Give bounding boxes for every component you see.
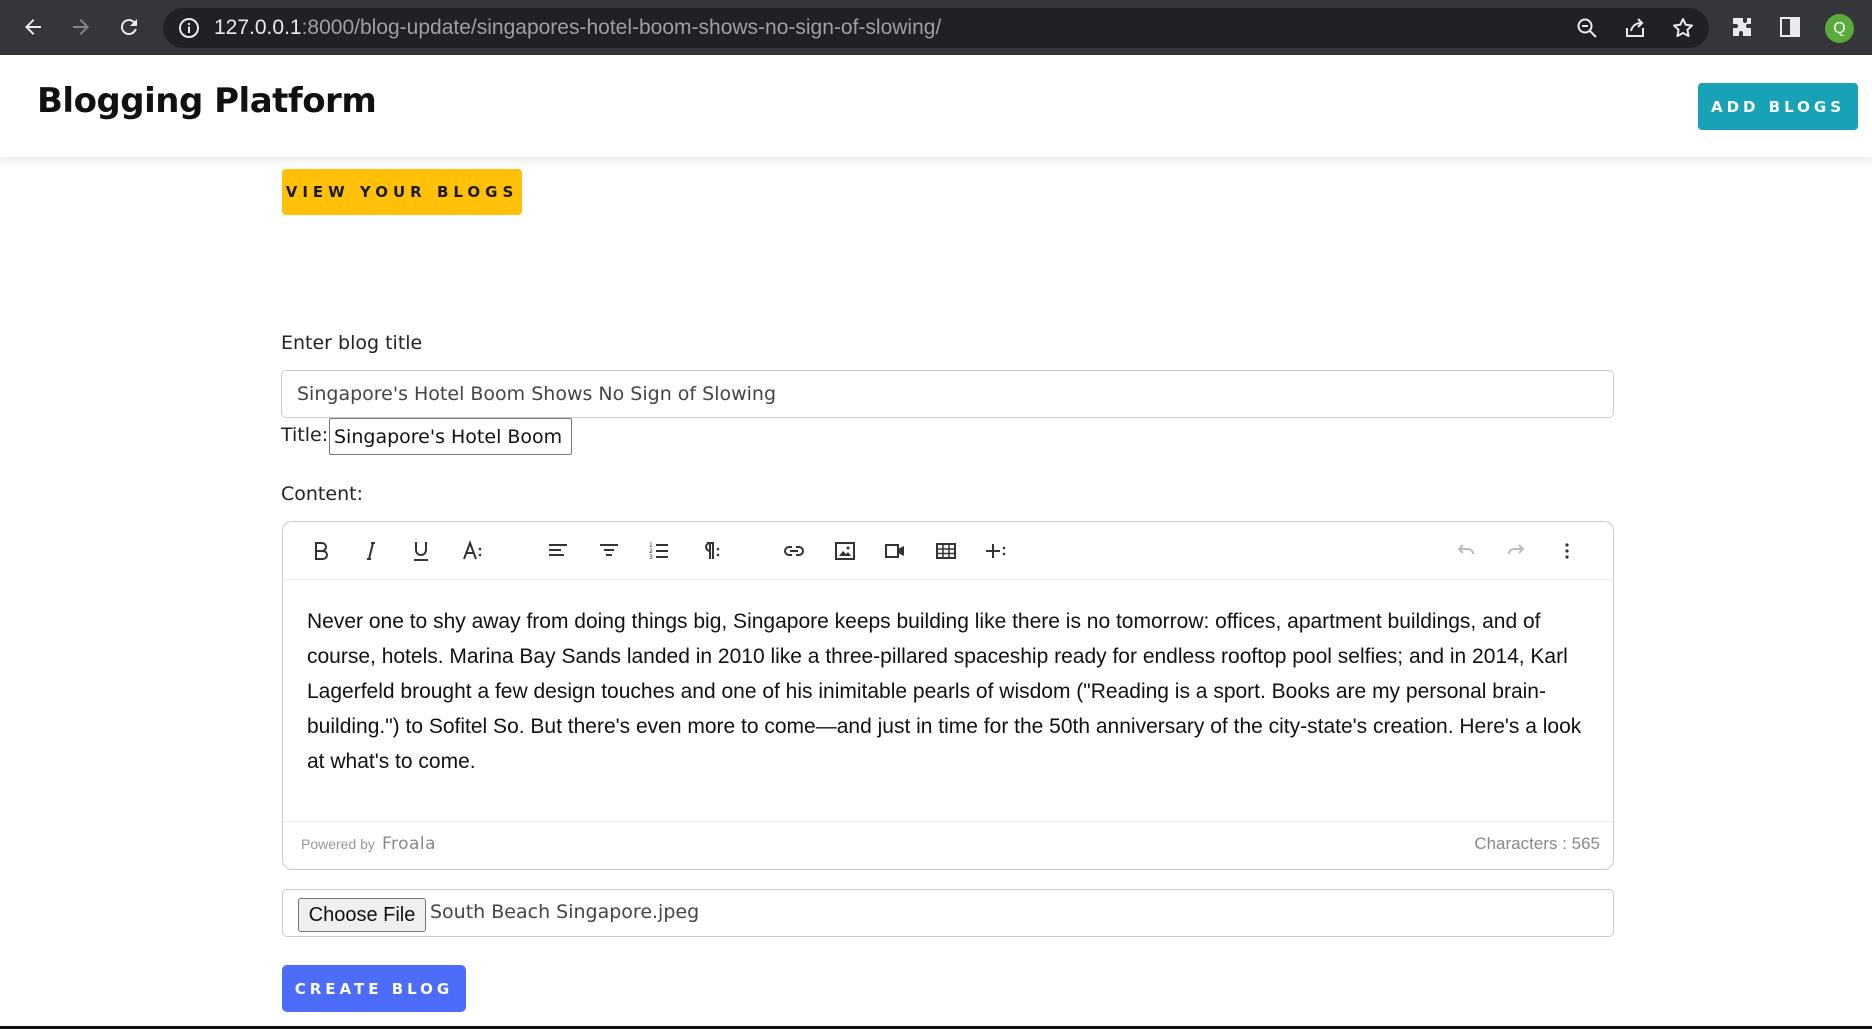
back-arrow-icon[interactable]	[14, 8, 52, 46]
align-center-icon[interactable]	[592, 534, 626, 568]
ordered-list-icon[interactable]: 123	[642, 534, 676, 568]
bold-icon[interactable]	[304, 534, 338, 568]
choose-file-button[interactable]: Choose File	[298, 898, 426, 932]
italic-icon[interactable]	[354, 534, 388, 568]
file-upload-field[interactable]: Choose File South Beach Singapore.jpeg	[282, 889, 1614, 937]
bookmark-star-icon[interactable]	[1671, 16, 1695, 40]
forward-arrow-icon[interactable]	[62, 8, 100, 46]
short-title-input[interactable]: Singapore's Hotel Boom	[329, 418, 572, 455]
font-size-icon[interactable]	[456, 534, 490, 568]
undo-icon[interactable]	[1449, 534, 1483, 568]
selected-file-name: South Beach Singapore.jpeg	[430, 901, 700, 923]
short-title-value: Singapore's Hotel Boom	[334, 425, 563, 448]
align-left-icon[interactable]	[541, 534, 575, 568]
video-icon[interactable]	[878, 534, 912, 568]
link-icon[interactable]	[777, 534, 811, 568]
zoom-icon[interactable]	[1575, 16, 1599, 40]
froala-logo: Froala	[381, 834, 437, 854]
editor-footer: Powered by Froala Characters : 565	[283, 821, 1613, 869]
url-host: 127.0.0.1	[214, 16, 302, 39]
address-bar[interactable]: 127.0.0.1:8000/blog-update/singapores-ho…	[163, 8, 1709, 48]
site-brand[interactable]: Blogging Platform	[37, 81, 377, 121]
content-label: Content:	[281, 483, 363, 505]
profile-avatar[interactable]: Q	[1825, 14, 1854, 43]
editor-toolbar: 123	[283, 522, 1613, 580]
view-your-blogs-button[interactable]: VIEW YOUR BLOGS	[282, 169, 522, 215]
create-blog-button[interactable]: CREATE BLOG	[282, 965, 466, 1012]
character-count: Characters : 565	[1474, 834, 1600, 853]
reload-icon[interactable]	[110, 8, 148, 46]
underline-icon[interactable]	[404, 534, 438, 568]
editor-content[interactable]: Never one to shy away from doing things …	[307, 604, 1597, 779]
share-icon[interactable]	[1623, 16, 1647, 40]
table-icon[interactable]	[929, 534, 963, 568]
blog-title-input[interactable]: Singapore's Hotel Boom Shows No Sign of …	[281, 370, 1614, 418]
insert-more-icon[interactable]	[979, 534, 1013, 568]
image-icon[interactable]	[828, 534, 862, 568]
redo-icon[interactable]	[1499, 534, 1533, 568]
powered-by-froala[interactable]: Powered by Froala	[301, 834, 436, 854]
short-title-label: Title:	[281, 424, 329, 446]
site-info-icon[interactable]	[177, 16, 201, 40]
side-panel-icon[interactable]	[1778, 15, 1802, 39]
rich-text-editor: 123 Never one to shy away from doing thi…	[282, 521, 1614, 870]
extensions-icon[interactable]	[1730, 15, 1754, 39]
more-vertical-icon[interactable]	[1550, 534, 1584, 568]
svg-text:3: 3	[649, 554, 653, 561]
site-header: Blogging Platform ADD BLOGS	[0, 55, 1872, 157]
url-path: :8000/blog-update/singapores-hotel-boom-…	[301, 16, 942, 39]
powered-by-text: Powered by	[301, 836, 375, 852]
blog-title-label: Enter blog title	[281, 332, 423, 354]
blog-title-value: Singapore's Hotel Boom Shows No Sign of …	[297, 383, 777, 405]
url-text[interactable]: 127.0.0.1:8000/blog-update/singapores-ho…	[214, 16, 941, 40]
paragraph-format-icon[interactable]	[693, 534, 727, 568]
add-blogs-button[interactable]: ADD BLOGS	[1698, 83, 1858, 130]
browser-toolbar: 127.0.0.1:8000/blog-update/singapores-ho…	[0, 0, 1872, 55]
